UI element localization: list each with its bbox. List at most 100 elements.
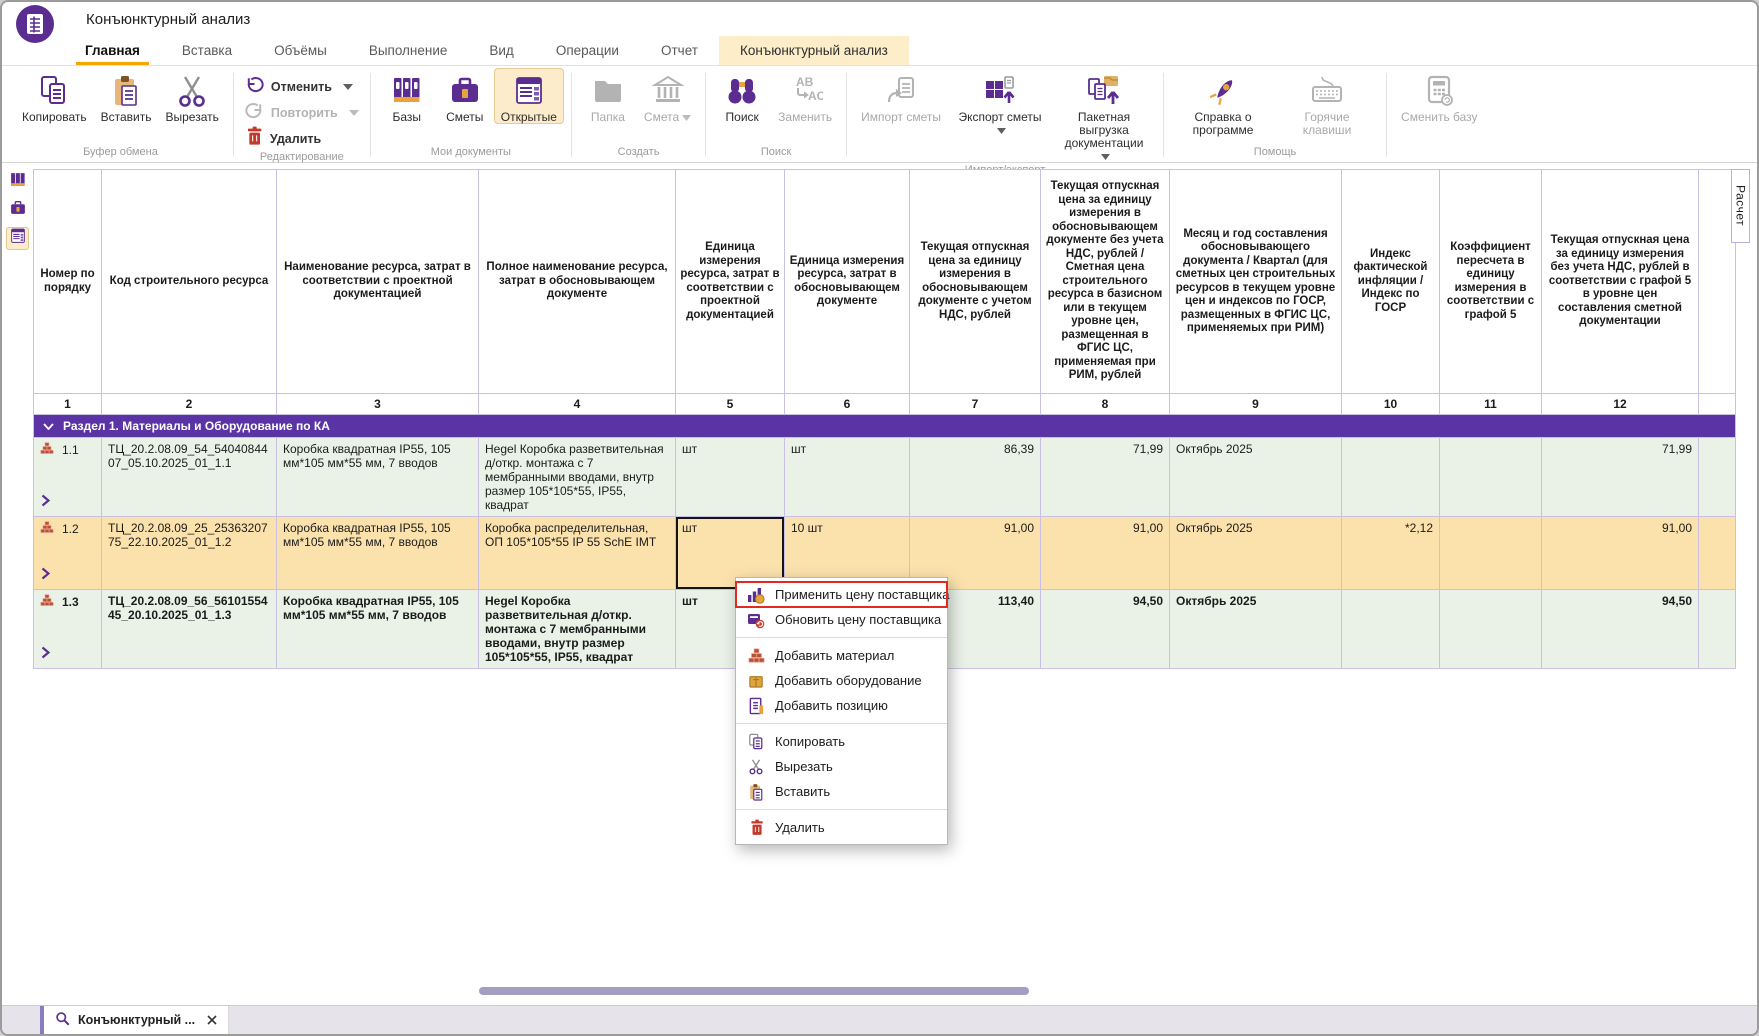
menu-item-apply-supplier-price[interactable]: Применить цену поставщика (736, 582, 947, 607)
cell-month-year[interactable]: Октябрь 2025 (1170, 438, 1342, 517)
hotkeys-button[interactable]: Горячие клавиши (1275, 68, 1379, 137)
cell-code[interactable]: ТЦ_20.2.08.09_25_2536320775_22.10.2025_0… (102, 517, 277, 590)
new-estimate-button[interactable]: Смета (637, 68, 698, 124)
cell-extra[interactable] (1699, 517, 1736, 590)
cell-name[interactable]: Коробка квадратная IP55, 105 мм*105 мм*5… (277, 590, 479, 669)
cell-conversion-coef[interactable] (1440, 438, 1542, 517)
cell-inflation-index[interactable]: *2,12 (1342, 517, 1440, 590)
menu-item-copy[interactable]: Копировать (736, 729, 947, 754)
menu-item-update-supplier-price[interactable]: Обновить цену поставщика (736, 607, 947, 632)
export-estimate-button[interactable]: Экспорт сметы (948, 68, 1052, 137)
cell-inflation-index[interactable] (1342, 590, 1440, 669)
row-number-cell[interactable]: 1.2 (34, 517, 102, 590)
cell-full-name[interactable]: Hegel Коробка разветвительная д/откр. мо… (479, 438, 676, 517)
redo-button[interactable]: Повторить (241, 101, 363, 124)
tab-konyunkturny-analiz[interactable]: Конъюнктурный анализ (719, 36, 909, 65)
new-folder-button[interactable]: Папка (579, 68, 637, 124)
column-header-13[interactable] (1699, 170, 1736, 394)
change-database-button[interactable]: Сменить базу (1394, 68, 1485, 124)
cut-button[interactable]: Вырезать (159, 68, 226, 124)
building-icon (651, 73, 685, 109)
column-header-2[interactable]: Код строительного ресурса (102, 170, 277, 394)
cell-price-no-vat[interactable]: 91,00 (1041, 517, 1170, 590)
copy-button[interactable]: Копировать (15, 68, 94, 124)
column-header-3[interactable]: Наименование ресурса, затрат в соответст… (277, 170, 479, 394)
expand-row-icon[interactable] (41, 567, 50, 583)
menu-item-add-position[interactable]: Добавить позицию (736, 693, 947, 718)
cell-conversion-coef[interactable] (1440, 517, 1542, 590)
cell-unit-doc[interactable]: шт (785, 438, 910, 517)
cell-conversion-coef[interactable] (1440, 590, 1542, 669)
column-header-10[interactable]: Индекс фактической инфляции / Индекс по … (1342, 170, 1440, 394)
import-estimate-button[interactable]: Импорт сметы (854, 68, 948, 124)
column-header-5[interactable]: Единица измерения ресурса, затрат в соот… (676, 170, 785, 394)
column-header-7[interactable]: Текущая отпускная цена за единицу измере… (910, 170, 1041, 394)
tab-raschet[interactable]: Расчет (1731, 169, 1750, 243)
expand-row-icon[interactable] (41, 494, 50, 510)
row-number-cell[interactable]: 1.1 (34, 438, 102, 517)
cell-month-year[interactable]: Октябрь 2025 (1170, 517, 1342, 590)
chevron-down-icon[interactable] (349, 110, 359, 116)
cell-price-no-vat[interactable]: 94,50 (1041, 590, 1170, 669)
chevron-down-icon[interactable] (43, 419, 54, 433)
rail-estimates-button[interactable] (6, 199, 29, 222)
cell-name[interactable]: Коробка квадратная IP55, 105 мм*105 мм*5… (277, 517, 479, 590)
column-header-11[interactable]: Коэффициент пересчета в единицу измерени… (1440, 170, 1542, 394)
cell-price-graph5[interactable]: 71,99 (1542, 438, 1699, 517)
cell-full-name[interactable]: Коробка распределительная, ОП 105*105*55… (479, 517, 676, 590)
cell-extra[interactable] (1699, 590, 1736, 669)
open-documents-button[interactable]: Открытые (494, 68, 564, 124)
rail-bases-button[interactable] (6, 171, 29, 194)
column-header-6[interactable]: Единица измерения ресурса, затрат в обос… (785, 170, 910, 394)
tab-vypolnenie[interactable]: Выполнение (348, 36, 469, 65)
section-header[interactable]: Раздел 1. Материалы и Оборудование по КА (34, 415, 1736, 438)
tab-glavnaya[interactable]: Главная (64, 36, 161, 65)
menu-item-delete[interactable]: Удалить (736, 815, 947, 840)
column-header-1[interactable]: Номер по порядку (34, 170, 102, 394)
menu-item-cut[interactable]: Вырезать (736, 754, 947, 779)
undo-button[interactable]: Отменить (241, 75, 363, 98)
bases-button[interactable]: Базы (378, 68, 436, 124)
cell-extra[interactable] (1699, 438, 1736, 517)
cell-code[interactable]: ТЦ_20.2.08.09_56_5610155445_20.10.2025_0… (102, 590, 277, 669)
tab-vstavka[interactable]: Вставка (161, 36, 253, 65)
cell-price-graph5[interactable]: 91,00 (1542, 517, 1699, 590)
cell-price-with-vat[interactable]: 86,39 (910, 438, 1041, 517)
close-icon[interactable] (207, 1015, 217, 1025)
context-menu: Применить цену поставщика Обновить цену … (735, 577, 948, 845)
find-button[interactable]: Поиск (713, 68, 771, 124)
row-number-cell[interactable]: 1.3 (34, 590, 102, 669)
tab-obyomy[interactable]: Объёмы (253, 36, 348, 65)
add-equipment-icon (747, 672, 765, 689)
menu-item-add-equipment[interactable]: Добавить оборудование (736, 668, 947, 693)
cut-label: Вырезать (166, 111, 219, 124)
menu-item-paste[interactable]: Вставить (736, 779, 947, 804)
cell-name[interactable]: Коробка квадратная IP55, 105 мм*105 мм*5… (277, 438, 479, 517)
cell-full-name[interactable]: Hegel Коробка разветвительная д/откр. мо… (479, 590, 676, 669)
column-header-12[interactable]: Текущая отпускная цена за единицу измере… (1542, 170, 1699, 394)
column-header-9[interactable]: Месяц и год составления обосновывающего … (1170, 170, 1342, 394)
batch-export-button[interactable]: Пакетная выгрузка документации (1052, 68, 1156, 163)
horizontal-scrollbar[interactable] (479, 987, 1029, 995)
about-button[interactable]: Справка о программе (1171, 68, 1275, 137)
column-header-4[interactable]: Полное наименование ресурса, затрат в об… (479, 170, 676, 394)
tab-operacii[interactable]: Операции (535, 36, 640, 65)
chevron-down-icon[interactable] (343, 84, 353, 90)
rail-analysis-button[interactable] (6, 227, 29, 250)
paste-button[interactable]: Вставить (94, 68, 159, 124)
cell-price-no-vat[interactable]: 71,99 (1041, 438, 1170, 517)
document-tab[interactable]: Конъюнктурный ... (44, 1006, 229, 1034)
tab-otchet[interactable]: Отчет (640, 36, 719, 65)
delete-button[interactable]: Удалить (241, 127, 363, 150)
estimates-button[interactable]: Сметы (436, 68, 494, 124)
replace-button[interactable]: ABAC Заменить (771, 68, 839, 124)
column-header-8[interactable]: Текущая отпускная цена за единицу измере… (1041, 170, 1170, 394)
menu-item-add-material[interactable]: Добавить материал (736, 643, 947, 668)
cell-unit-project[interactable]: шт (676, 438, 785, 517)
cell-inflation-index[interactable] (1342, 438, 1440, 517)
cell-price-graph5[interactable]: 94,50 (1542, 590, 1699, 669)
cell-month-year[interactable]: Октябрь 2025 (1170, 590, 1342, 669)
cell-code[interactable]: ТЦ_20.2.08.09_54_5404084407_05.10.2025_0… (102, 438, 277, 517)
tab-vid[interactable]: Вид (468, 36, 534, 65)
expand-row-icon[interactable] (41, 646, 50, 662)
